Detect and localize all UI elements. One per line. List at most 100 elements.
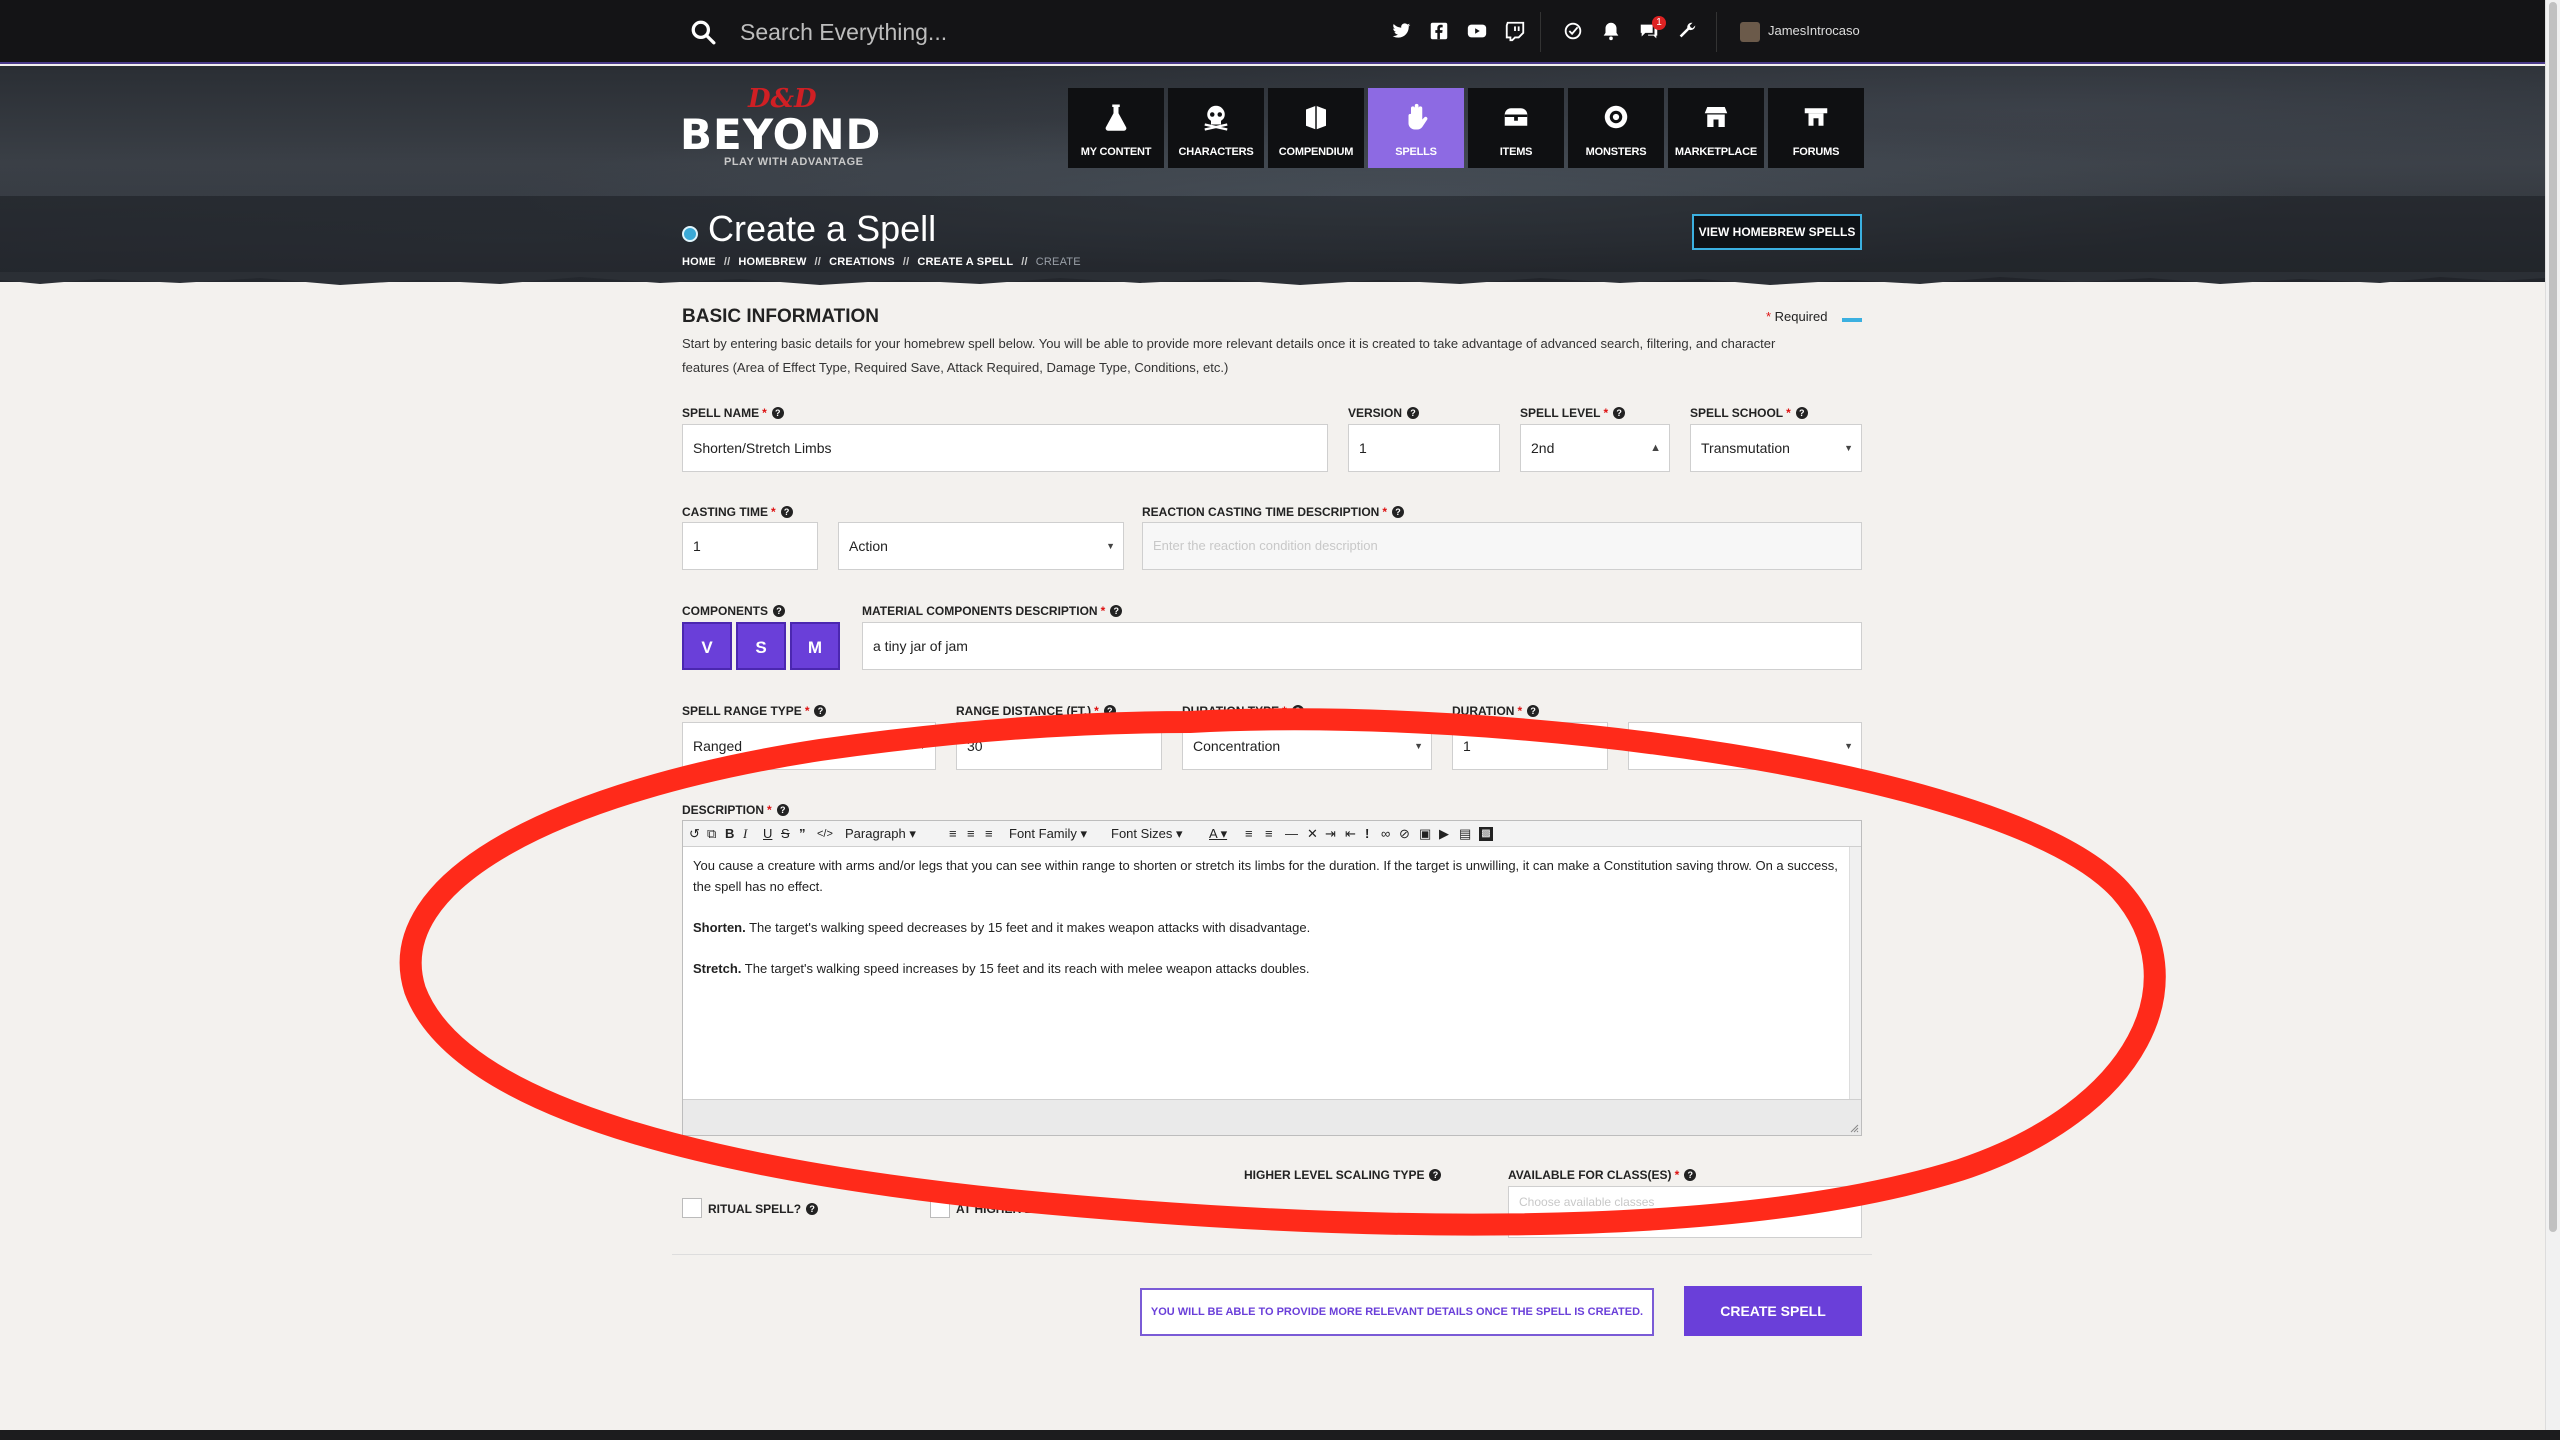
casting-time-input[interactable]: 1 xyxy=(682,522,818,570)
editor-scrollbar[interactable] xyxy=(1849,847,1861,1099)
underline-icon[interactable]: U xyxy=(763,825,772,843)
dnd-logo-icon[interactable] xyxy=(1562,20,1584,42)
nav-spells[interactable]: SPELLS xyxy=(1368,88,1464,168)
scrollbar-thumb[interactable] xyxy=(2549,2,2557,1232)
nav-forums[interactable]: FORUMS xyxy=(1768,88,1864,168)
outdent-icon[interactable]: ⇤ xyxy=(1345,825,1356,843)
help-icon[interactable]: ? xyxy=(1684,1169,1697,1181)
text-color-icon[interactable]: A ▾ xyxy=(1209,825,1227,843)
numbered-list-icon[interactable]: ≡ xyxy=(1265,825,1273,843)
avatar[interactable] xyxy=(1740,22,1760,42)
casting-time-unit-select[interactable]: Action ▼ xyxy=(838,522,1124,570)
twitch-icon[interactable] xyxy=(1504,20,1526,42)
alert-icon[interactable]: ! xyxy=(1365,825,1369,843)
facebook-icon[interactable] xyxy=(1428,20,1450,42)
twitter-icon[interactable] xyxy=(1390,20,1412,42)
help-icon[interactable]: ? xyxy=(780,506,793,518)
help-icon[interactable]: ? xyxy=(806,1203,819,1215)
align-left-icon[interactable]: ≡ xyxy=(949,825,957,843)
bullet-list-icon[interactable]: ≡ xyxy=(1245,825,1253,843)
nav-compendium[interactable]: COMPENDIUM xyxy=(1268,88,1364,168)
nav-label: MARKETPLACE xyxy=(1674,146,1758,158)
help-icon[interactable]: ? xyxy=(1407,407,1420,419)
create-spell-button[interactable]: CREATE SPELL xyxy=(1684,1286,1862,1336)
topbar-divider xyxy=(1716,12,1717,52)
breadcrumb-homebrew[interactable]: HOMEBREW xyxy=(738,256,806,268)
help-icon[interactable]: ? xyxy=(1429,1169,1442,1181)
help-icon[interactable]: ? xyxy=(1392,506,1405,518)
clear-format-icon[interactable]: ✕ xyxy=(1307,825,1318,843)
nav-characters[interactable]: CHARACTERS xyxy=(1168,88,1264,168)
document-icon[interactable]: ▤ xyxy=(1459,825,1471,843)
range-distance-input[interactable]: 30 xyxy=(956,722,1162,770)
component-v-toggle[interactable]: V xyxy=(682,622,732,670)
help-icon[interactable]: ? xyxy=(1076,1203,1089,1215)
search-icon[interactable] xyxy=(690,19,716,45)
nav-items[interactable]: ITEMS xyxy=(1468,88,1564,168)
nav-monsters[interactable]: MONSTERS xyxy=(1568,88,1664,168)
range-type-select[interactable]: Ranged ▼ xyxy=(682,722,936,770)
editor-content[interactable]: You cause a creature with arms and/or le… xyxy=(683,847,1861,1099)
undo-icon[interactable]: ↺ xyxy=(689,825,700,843)
horizontal-rule-icon[interactable]: — xyxy=(1285,825,1298,843)
help-icon[interactable]: ? xyxy=(771,407,784,419)
wrench-icon[interactable] xyxy=(1676,20,1698,42)
link-icon[interactable]: ∞ xyxy=(1381,825,1390,843)
description-editor[interactable]: ↺ ⧉ B I U S ” </> Paragraph ▾ ≡ ≡ ≡ Font… xyxy=(682,820,1862,1136)
chevron-down-icon: ▼ xyxy=(1414,741,1423,751)
breadcrumb-create-a-spell[interactable]: CREATE A SPELL xyxy=(917,256,1013,268)
image-icon[interactable]: ▣ xyxy=(1419,825,1431,843)
at-higher-levels-checkbox[interactable] xyxy=(930,1198,950,1218)
book-icon xyxy=(1306,105,1326,130)
resize-handle-icon[interactable] xyxy=(1849,1123,1859,1133)
paragraph-select[interactable]: Paragraph ▾ xyxy=(845,825,916,843)
ritual-spell-checkbox[interactable] xyxy=(682,1198,702,1218)
video-icon[interactable]: ▶ xyxy=(1439,825,1449,843)
help-icon[interactable]: ? xyxy=(776,804,789,816)
available-classes-select[interactable]: Choose available classes xyxy=(1508,1186,1862,1238)
help-icon[interactable]: ? xyxy=(1527,705,1540,717)
font-size-select[interactable]: Font Sizes ▾ xyxy=(1111,825,1183,843)
strikethrough-icon[interactable]: S xyxy=(781,825,790,843)
font-family-select[interactable]: Font Family ▾ xyxy=(1009,825,1087,843)
component-m-toggle[interactable]: M xyxy=(790,622,840,670)
help-icon[interactable]: ? xyxy=(1291,705,1304,717)
breadcrumb-creations[interactable]: CREATIONS xyxy=(829,256,895,268)
help-icon[interactable]: ? xyxy=(814,705,827,717)
spell-level-select[interactable]: 2nd ▲︎ xyxy=(1520,424,1670,472)
nav-my-content[interactable]: MY CONTENT xyxy=(1068,88,1164,168)
dnd-beyond-logo[interactable]: D&D BEYOND PLAY WITH ADVANTAGE xyxy=(680,84,890,174)
ritual-spell-label: RITUAL SPELL?? xyxy=(708,1202,819,1216)
view-homebrew-spells-button[interactable]: VIEW HOMEBREW SPELLS xyxy=(1692,214,1862,250)
duration-type-select[interactable]: Concentration ▼ xyxy=(1182,722,1432,770)
paste-icon[interactable]: ⧉ xyxy=(707,825,716,843)
duration-input[interactable]: 1 xyxy=(1452,722,1608,770)
unlink-icon[interactable]: ⊘ xyxy=(1399,825,1410,843)
spell-name-input[interactable]: Shorten/Stretch Limbs xyxy=(682,424,1328,472)
quote-icon[interactable]: ” xyxy=(799,825,806,843)
help-icon[interactable]: ? xyxy=(1613,407,1626,419)
code-icon[interactable]: </> xyxy=(817,825,833,843)
indent-icon[interactable]: ⇥ xyxy=(1325,825,1336,843)
italic-icon[interactable]: I xyxy=(743,825,747,843)
help-icon[interactable]: ? xyxy=(1103,705,1116,717)
source-code-icon[interactable]: ▩ xyxy=(1479,827,1493,841)
align-right-icon[interactable]: ≡ xyxy=(985,825,993,843)
material-description-input[interactable]: a tiny jar of jam xyxy=(862,622,1862,670)
youtube-icon[interactable] xyxy=(1466,20,1488,42)
spell-school-select[interactable]: Transmutation ▼ xyxy=(1690,424,1862,472)
nav-marketplace[interactable]: MARKETPLACE xyxy=(1668,88,1764,168)
version-input[interactable]: 1 xyxy=(1348,424,1500,472)
align-center-icon[interactable]: ≡ xyxy=(967,825,975,843)
username[interactable]: JamesIntrocaso xyxy=(1768,23,1860,38)
breadcrumb-home[interactable]: HOME xyxy=(682,256,716,268)
help-icon[interactable]: ? xyxy=(773,605,786,617)
bold-icon[interactable]: B xyxy=(725,825,734,843)
reaction-description-input[interactable]: Enter the reaction condition description xyxy=(1142,522,1862,570)
search-input[interactable] xyxy=(740,14,1300,50)
help-icon[interactable]: ? xyxy=(1110,605,1123,617)
bell-icon[interactable] xyxy=(1600,20,1622,42)
help-icon[interactable]: ? xyxy=(1795,407,1808,419)
component-s-toggle[interactable]: S xyxy=(736,622,786,670)
duration-unit-select[interactable]: ▼ xyxy=(1628,722,1862,770)
